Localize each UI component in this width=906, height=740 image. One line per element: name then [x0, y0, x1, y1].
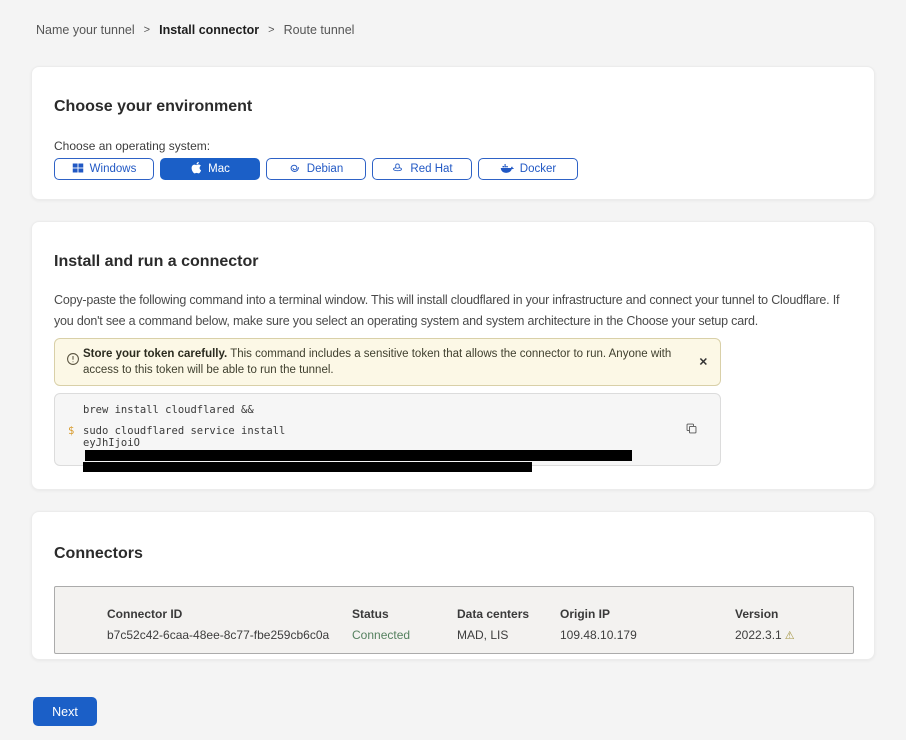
os-button-mac[interactable]: Mac — [160, 158, 260, 180]
breadcrumb-item-name-your-tunnel[interactable]: Name your tunnel — [36, 23, 135, 37]
breadcrumb-item-route-tunnel[interactable]: Route tunnel — [284, 23, 355, 37]
connectors-card-title: Connectors — [54, 544, 852, 564]
install-connector-card: Install and run a connector Copy-paste t… — [31, 221, 875, 490]
code-line-brew: brew install cloudflared && — [83, 404, 680, 416]
breadcrumb-separator: > — [144, 24, 150, 36]
close-icon[interactable]: ✕ — [699, 356, 708, 369]
token-prefix: eyJhIjoiO — [83, 437, 140, 449]
os-button-docker[interactable]: Docker — [478, 158, 578, 180]
install-card-title: Install and run a connector — [54, 252, 852, 272]
breadcrumb-item-install-connector[interactable]: Install connector — [159, 23, 259, 37]
breadcrumb: Name your tunnel > Install connector > R… — [36, 23, 354, 37]
redhat-logo-icon — [391, 162, 404, 177]
connectors-table: Connector ID Status Data centers Origin … — [54, 586, 854, 654]
os-button-windows[interactable]: Windows — [54, 158, 154, 180]
code-command-text: sudo cloudflared service install — [83, 425, 285, 437]
debian-logo-icon — [289, 162, 301, 177]
os-button-redhat[interactable]: Red Hat — [372, 158, 472, 180]
os-button-label: Mac — [208, 163, 230, 175]
windows-logo-icon — [72, 162, 84, 177]
redacted-token-bar — [83, 462, 532, 472]
column-header-connector-id: Connector ID — [107, 607, 352, 621]
install-description: Copy-paste the following command into a … — [54, 290, 854, 332]
warning-title: Store your token carefully. — [83, 348, 227, 360]
warning-triangle-icon: ⚠ — [785, 630, 795, 642]
column-header-data-centers: Data centers — [457, 607, 560, 621]
copy-icon[interactable] — [685, 422, 698, 438]
column-header-version: Version — [735, 607, 853, 621]
choose-environment-card: Choose your environment Choose an operat… — [31, 66, 875, 200]
os-button-label: Red Hat — [410, 163, 452, 175]
shell-prompt: $ — [68, 425, 74, 437]
info-icon — [66, 352, 80, 371]
os-button-label: Docker — [520, 163, 556, 175]
install-command-code-block: brew install cloudflared && $ sudo cloud… — [54, 393, 721, 466]
version-value: 2022.3.1⚠ — [735, 628, 853, 642]
redacted-token-bar — [85, 450, 632, 461]
docker-logo-icon — [500, 162, 514, 177]
origin-ip-value: 109.48.10.179 — [560, 628, 735, 642]
breadcrumb-separator: > — [268, 24, 274, 36]
token-warning-banner: Store your token carefully. This command… — [54, 338, 721, 386]
connectors-card: Connectors Connector ID Status Data cent… — [31, 511, 875, 660]
os-button-label: Windows — [90, 163, 137, 175]
column-header-origin-ip: Origin IP — [560, 607, 735, 621]
column-header-status: Status — [352, 607, 457, 621]
status-badge: Connected — [352, 628, 457, 642]
os-button-label: Debian — [307, 163, 343, 175]
code-line-install: $ sudo cloudflared service install eyJhI… — [83, 425, 680, 472]
next-button[interactable]: Next — [33, 697, 97, 726]
environment-card-title: Choose your environment — [54, 97, 852, 117]
operating-system-label: Choose an operating system: — [54, 139, 852, 154]
apple-logo-icon — [190, 161, 202, 177]
warning-text: Store your token carefully. This command… — [83, 346, 686, 378]
os-button-row: Windows Mac Debian Red Hat Docker — [54, 158, 852, 180]
data-centers-value: MAD, LIS — [457, 628, 560, 642]
connector-id-value: b7c52c42-6caa-48ee-8c77-fbe259cb6c0a — [107, 628, 352, 642]
os-button-debian[interactable]: Debian — [266, 158, 366, 180]
